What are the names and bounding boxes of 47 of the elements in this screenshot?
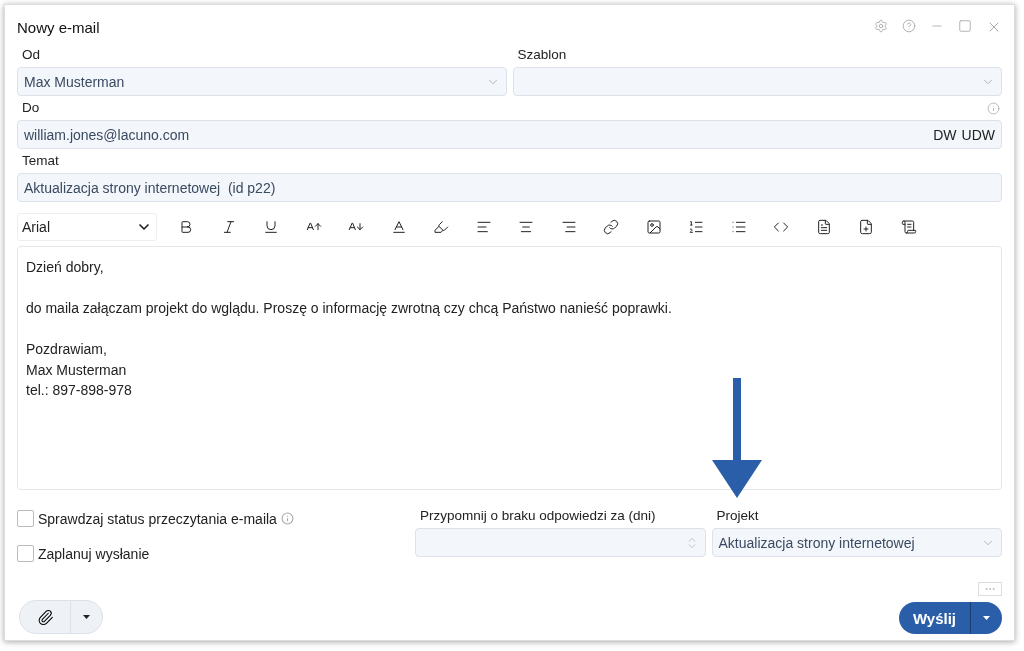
align-right-icon — [560, 219, 577, 235]
image-icon — [645, 219, 662, 235]
message-editor[interactable]: Dzień dobry, do maila załączam projekt do wglądu. Proszę o informację zwrotną czy chcą Państwo nanieść poprawki. Pozdrawiam, Max Musterman tel.: 897-898-978 — [17, 246, 1002, 490]
info-icon — [987, 101, 1000, 115]
link-icon — [603, 219, 620, 235]
numbered-list-icon — [688, 219, 705, 235]
field-label: Projekt — [716, 508, 760, 523]
send-button[interactable]: Wyślij — [898, 602, 970, 634]
help-icon[interactable] — [902, 19, 916, 33]
paperclip-icon — [36, 608, 54, 626]
document-icon — [815, 219, 832, 235]
reminder-days-field[interactable] — [415, 528, 706, 557]
align-center-icon — [518, 219, 535, 235]
bcc-link[interactable]: UDW — [961, 126, 995, 143]
settings-icon[interactable] — [874, 19, 888, 33]
underline-icon — [263, 219, 280, 235]
message-line: do maila załączam projekt do wglądu. Proszę o informację zwrotną czy chcą Państwo nanieść poprawki. — [26, 299, 673, 318]
window-title: Nowy e-mail — [17, 18, 100, 36]
message-line: tel.: 897-898-978 — [26, 381, 133, 400]
code-icon — [773, 219, 790, 235]
message-line: Max Musterman — [26, 360, 128, 380]
field-label: Do — [22, 100, 40, 115]
checkbox[interactable] — [17, 510, 34, 527]
recipient-field[interactable]: william.jones@lacuno.com DW UDW — [17, 120, 1002, 149]
field-label: Szablon — [517, 47, 568, 62]
sender-select[interactable]: Max Musterman — [17, 67, 507, 96]
project-select[interactable]: Aktualizacja strony internetowej — [711, 528, 1002, 557]
checkbox-label: Sprawdzaj status przeczytania e-maila — [38, 510, 277, 527]
caret-icon — [83, 615, 90, 619]
text-color-icon — [390, 219, 407, 235]
subject-field[interactable]: Aktualizacja strony internetowej (id p22) — [17, 173, 1002, 202]
highlight-icon — [433, 219, 450, 235]
cc-link[interactable]: DW — [933, 126, 957, 143]
checkbox[interactable] — [17, 545, 34, 562]
bullet-list-icon — [730, 219, 747, 235]
field-label: Od — [22, 47, 41, 62]
caret-icon — [983, 616, 990, 620]
font-select[interactable]: Arial — [17, 213, 157, 241]
align-left-icon — [475, 219, 492, 235]
field-label: Temat — [22, 153, 60, 168]
maximize-icon[interactable] — [958, 19, 972, 33]
checkbox-label: Zaplanuj wysłanie — [38, 545, 150, 562]
message-line: Dzień dobry, — [26, 258, 105, 277]
message-line: Pozdrawiam, — [26, 340, 108, 359]
template-icon — [900, 219, 917, 235]
field-label: Przypomnij o braku odpowiedzi za (dni) — [420, 508, 657, 523]
add-document-icon — [858, 219, 875, 235]
